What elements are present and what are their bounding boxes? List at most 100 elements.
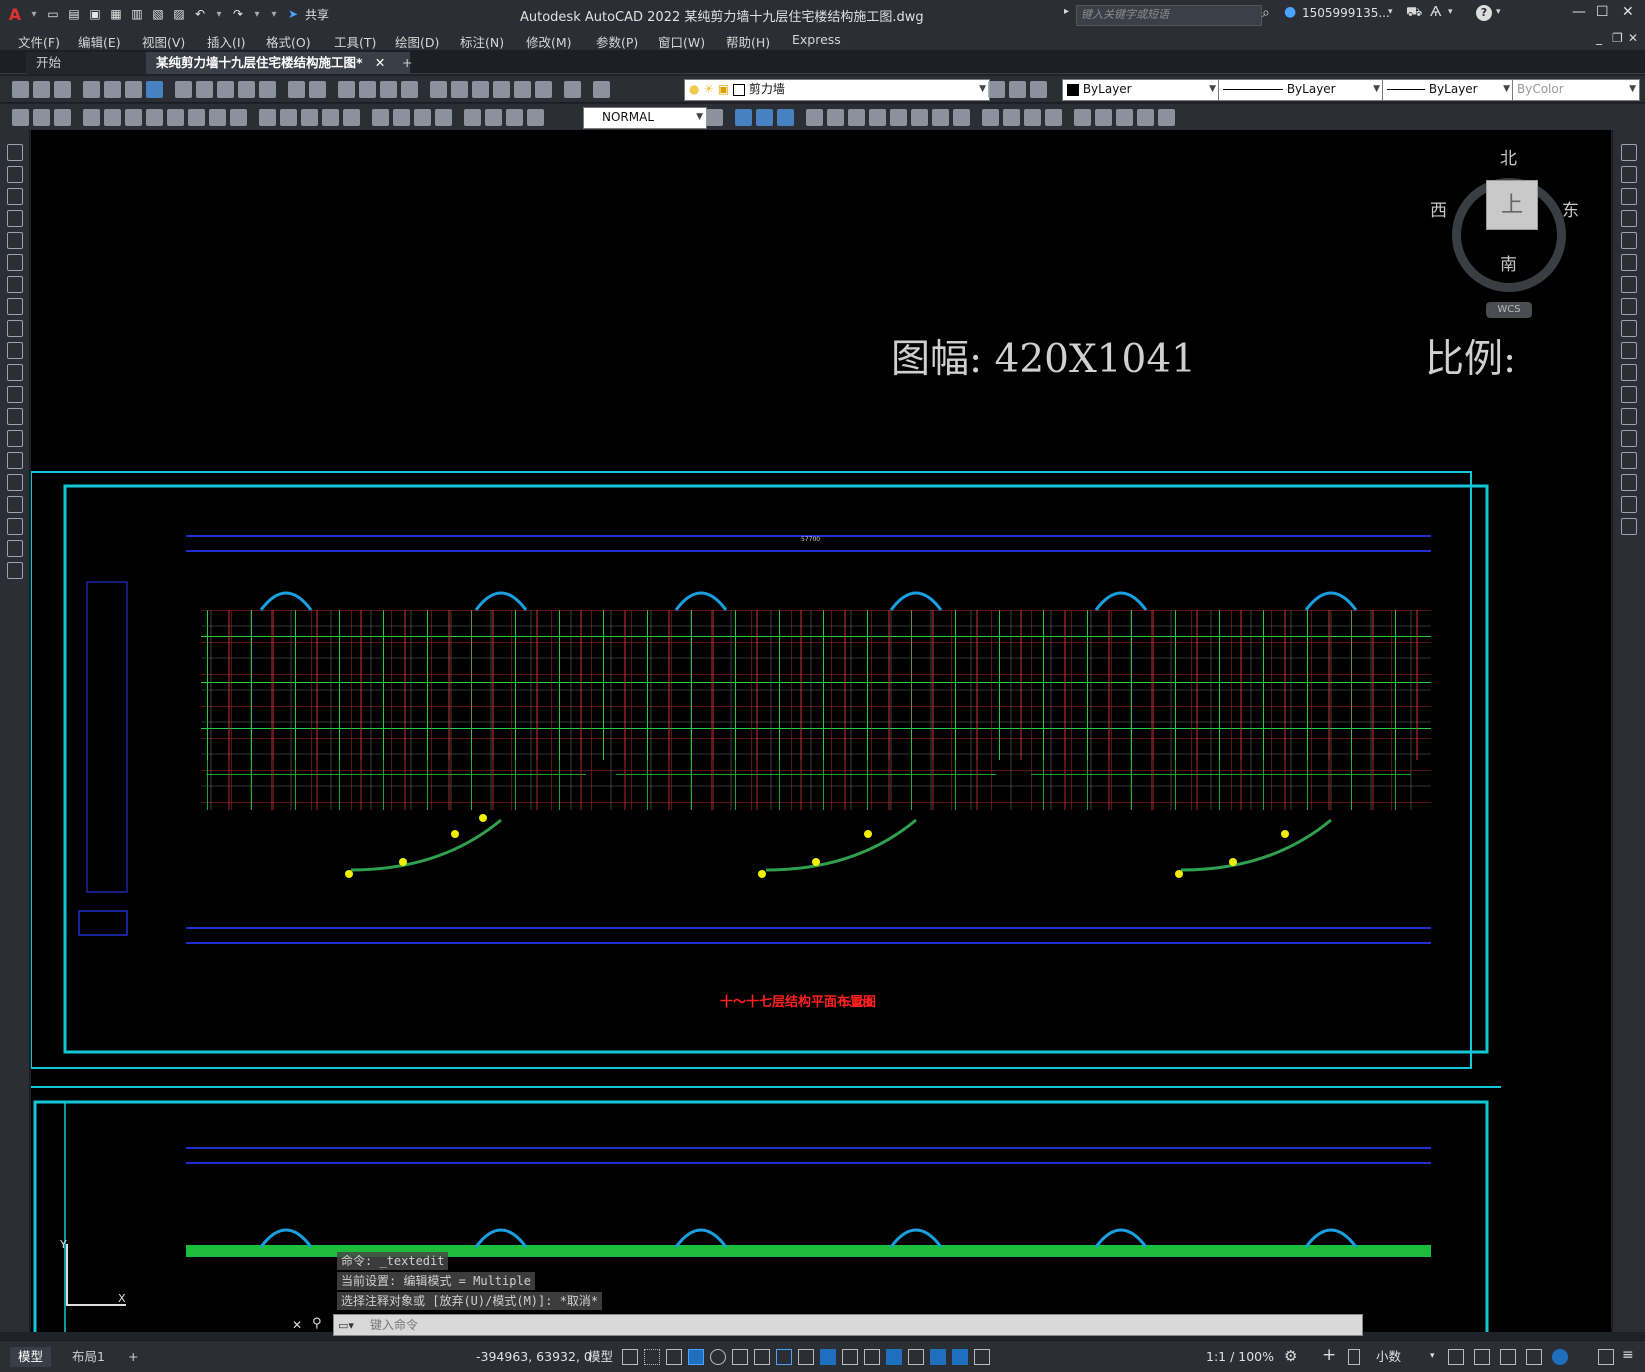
- command-input[interactable]: ▭▾ 键入命令: [333, 1314, 1363, 1336]
- chevron-down-icon[interactable]: ▾: [27, 5, 41, 23]
- properties-icon[interactable]: [1448, 1349, 1464, 1365]
- menu-express[interactable]: Express: [792, 32, 841, 47]
- layer-properties-icon[interactable]: [593, 81, 610, 98]
- jogged-linear-icon[interactable]: [435, 109, 452, 126]
- modify-t-icon[interactable]: [1158, 109, 1175, 126]
- calculator-icon[interactable]: [535, 81, 552, 98]
- grid-icon[interactable]: [622, 1349, 638, 1365]
- transparency-icon[interactable]: [820, 1349, 836, 1365]
- gizmo-icon[interactable]: [930, 1349, 946, 1365]
- tool-c-icon[interactable]: [54, 109, 71, 126]
- linear-dimension-icon[interactable]: [83, 109, 100, 126]
- viewcube-north[interactable]: 北: [1500, 144, 1517, 169]
- baseline-dimension-icon[interactable]: [280, 109, 297, 126]
- auto-scale-icon[interactable]: [974, 1349, 990, 1365]
- offset-icon[interactable]: [1621, 210, 1637, 227]
- region-icon[interactable]: [7, 496, 23, 513]
- layer-previous-icon[interactable]: [1009, 81, 1026, 98]
- tool-palettes-icon[interactable]: [472, 81, 489, 98]
- modify-o-icon[interactable]: [1045, 109, 1062, 126]
- command-customize-icon[interactable]: ⚲: [312, 1316, 322, 1331]
- polyline-icon[interactable]: [7, 188, 23, 205]
- modify-p-icon[interactable]: [1074, 109, 1091, 126]
- chevron-down-icon[interactable]: ▾: [212, 5, 226, 23]
- blend-curves-icon[interactable]: [1621, 496, 1637, 513]
- revision-cloud-icon[interactable]: [7, 298, 23, 315]
- design-center-icon[interactable]: [451, 81, 468, 98]
- mirror-icon[interactable]: [1621, 188, 1637, 205]
- chevron-right-icon[interactable]: ▸: [1064, 6, 1069, 17]
- modify-h-icon[interactable]: [890, 109, 907, 126]
- save-as-icon[interactable]: ▦: [107, 5, 125, 23]
- dimension-text-edit-icon[interactable]: [485, 109, 502, 126]
- selection-filter-icon[interactable]: [908, 1349, 924, 1365]
- continue-dimension-icon[interactable]: [301, 109, 318, 126]
- tab-layout1[interactable]: 布局1: [64, 1347, 113, 1367]
- menu-parametric[interactable]: 参数(P): [596, 32, 638, 51]
- undo-icon[interactable]: ↶: [191, 5, 209, 23]
- snap-icon[interactable]: [644, 1349, 660, 1365]
- trim-icon[interactable]: [1621, 342, 1637, 359]
- tab-document[interactable]: 某纯剪力墙十九层住宅楼结构施工图* ✕: [146, 52, 410, 74]
- inspection-icon[interactable]: [414, 109, 431, 126]
- explode-icon[interactable]: [1621, 518, 1637, 535]
- help-icon[interactable]: [564, 81, 581, 98]
- hardware-acceleration-icon[interactable]: [1552, 1349, 1568, 1365]
- isometric-icon[interactable]: [732, 1349, 748, 1365]
- arc-icon[interactable]: [7, 254, 23, 271]
- modify-n-icon[interactable]: [1024, 109, 1041, 126]
- dimension-update-icon[interactable]: [506, 109, 523, 126]
- chevron-down-icon[interactable]: ▾: [1388, 7, 1393, 17]
- zoom-previous-icon[interactable]: [401, 81, 418, 98]
- chevron-down-icon[interactable]: ▾: [1496, 7, 1501, 17]
- color-dropdown[interactable]: ByLayer ▼: [1062, 79, 1220, 101]
- menu-modify[interactable]: 修改(M): [526, 32, 572, 51]
- gradient-icon[interactable]: [7, 474, 23, 491]
- share-button[interactable]: 共享: [305, 6, 329, 23]
- menu-format[interactable]: 格式(O): [266, 32, 311, 51]
- modify-c-icon[interactable]: [777, 109, 794, 126]
- object-snap-tracking-icon[interactable]: [754, 1349, 770, 1365]
- polar-tracking-icon[interactable]: [710, 1349, 726, 1365]
- chamfer-icon[interactable]: [1621, 452, 1637, 469]
- save-icon[interactable]: [54, 81, 71, 98]
- dimension-style-icon[interactable]: [527, 109, 544, 126]
- copy-icon[interactable]: [196, 81, 213, 98]
- menu-file[interactable]: 文件(F): [18, 32, 60, 51]
- close-icon[interactable]: ✕: [1622, 4, 1634, 20]
- search-input[interactable]: 键入关键字或短语: [1076, 5, 1262, 26]
- table-icon[interactable]: [7, 518, 23, 535]
- user-account[interactable]: 1505999135...: [1302, 6, 1390, 20]
- share-icon[interactable]: ➤: [284, 5, 302, 23]
- close-command-icon[interactable]: ✕: [292, 1318, 302, 1332]
- menu-edit[interactable]: 编辑(E): [78, 32, 121, 51]
- modify-f-icon[interactable]: [848, 109, 865, 126]
- doc-restore-icon[interactable]: ❐: [1612, 31, 1623, 45]
- menu-window[interactable]: 窗口(W): [658, 32, 705, 51]
- rotate-icon[interactable]: [1621, 276, 1637, 293]
- fillet-icon[interactable]: [1621, 474, 1637, 491]
- extend-icon[interactable]: [1621, 364, 1637, 381]
- modify-j-icon[interactable]: [932, 109, 949, 126]
- zoom-window-icon[interactable]: [380, 81, 397, 98]
- doc-close-icon[interactable]: ✕: [1628, 31, 1638, 45]
- minimize-icon[interactable]: —: [1572, 4, 1586, 20]
- annotation-monitor-icon[interactable]: [1500, 1349, 1516, 1365]
- angular-dimension-icon[interactable]: [230, 109, 247, 126]
- sheet-set-icon[interactable]: [493, 81, 510, 98]
- lineweight-dropdown[interactable]: ByLayer ▼: [1382, 79, 1514, 101]
- dimension-edit-icon[interactable]: [464, 109, 481, 126]
- line-icon[interactable]: [7, 144, 23, 161]
- quick-properties-icon[interactable]: [1348, 1349, 1360, 1365]
- spline-icon[interactable]: [7, 320, 23, 337]
- tool-b-icon[interactable]: [33, 109, 50, 126]
- ordinate-dimension-icon[interactable]: [146, 109, 163, 126]
- chevron-down-icon[interactable]: ▾: [1448, 7, 1453, 17]
- ortho-icon[interactable]: [688, 1349, 704, 1365]
- aligned-dimension-icon[interactable]: [104, 109, 121, 126]
- help-icon[interactable]: ?: [1476, 5, 1492, 21]
- tolerance-icon[interactable]: [372, 109, 389, 126]
- menu-tools[interactable]: 工具(T): [334, 32, 376, 51]
- plotstyle-dropdown[interactable]: ByColor ▼: [1512, 79, 1640, 101]
- construction-line-icon[interactable]: [7, 166, 23, 183]
